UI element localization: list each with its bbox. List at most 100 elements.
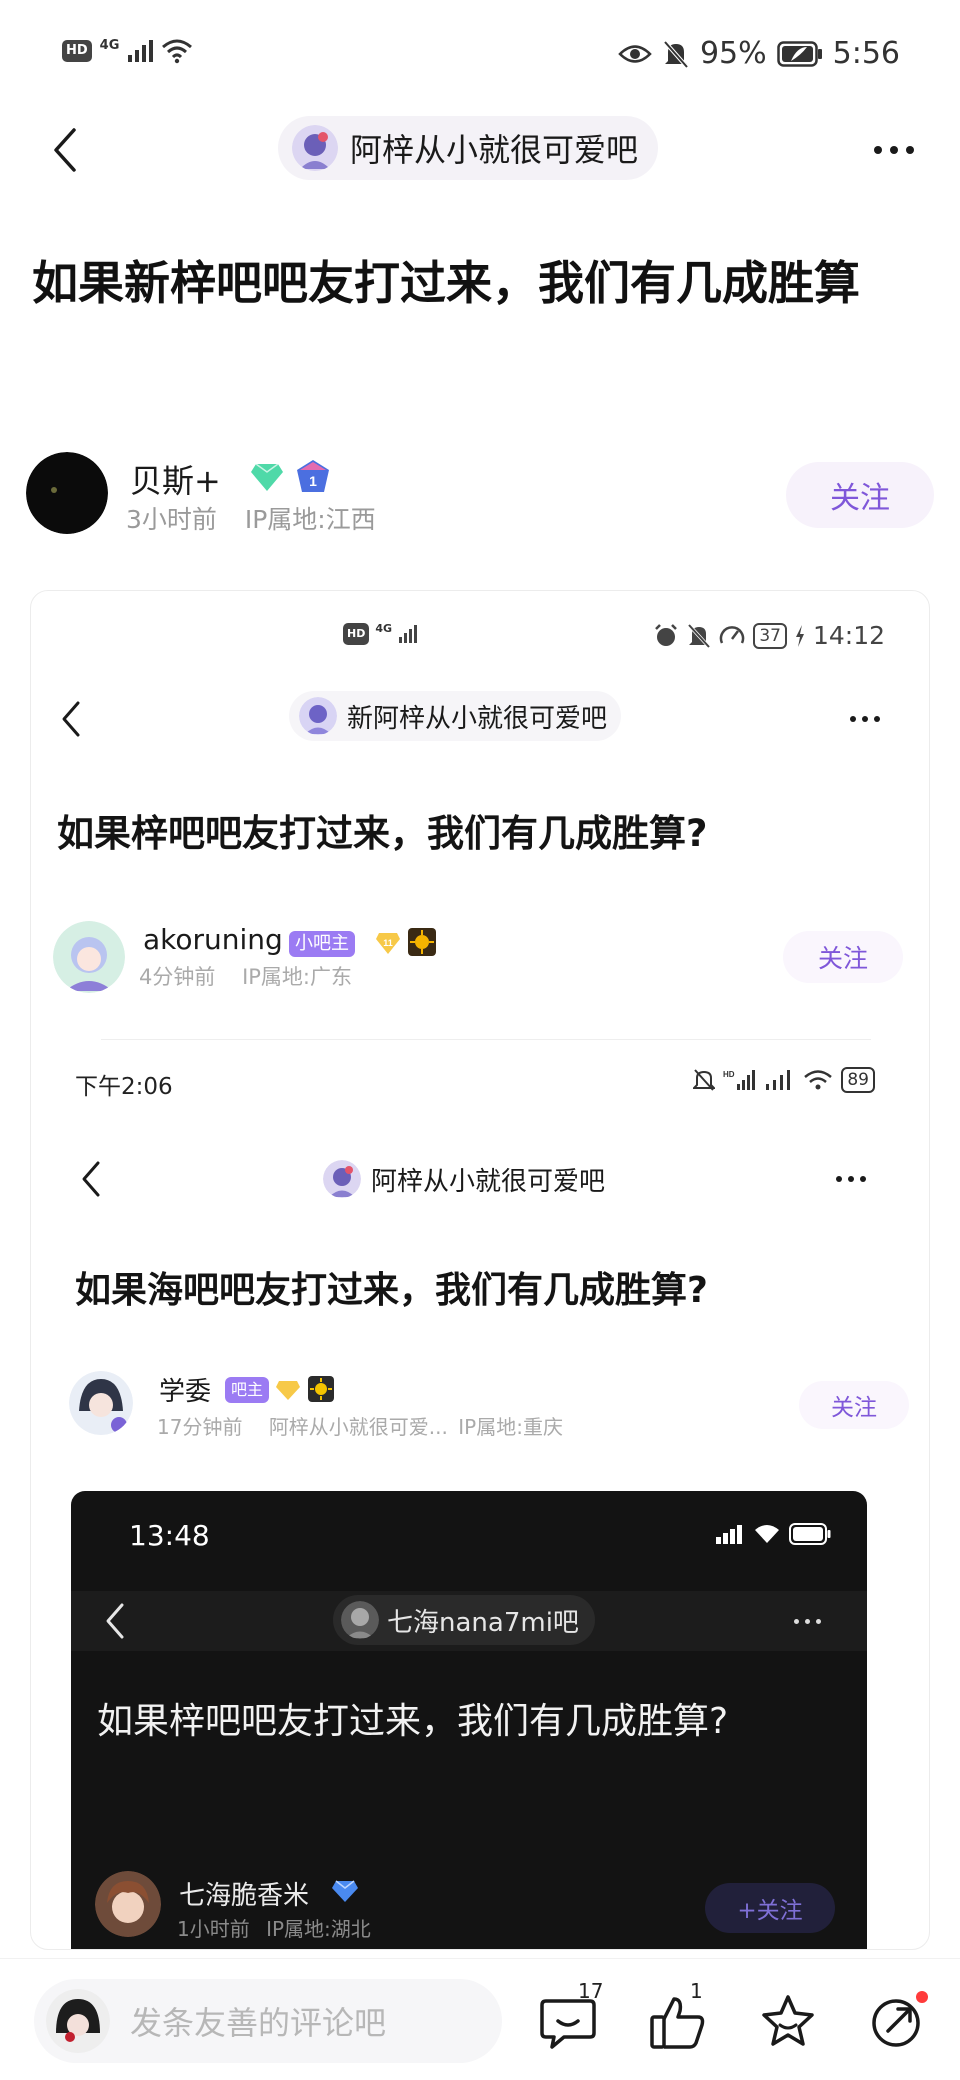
bell-muted-icon bbox=[663, 40, 689, 68]
author-meta: 17分钟前 阿梓从小就很可爱... IP属地:重庆 bbox=[157, 1411, 583, 1440]
nested-post-title-3: 如果梓吧吧友打过来，我们有几成胜算? bbox=[97, 1701, 729, 1742]
diamond-badge-icon bbox=[332, 1880, 358, 1902]
top-nav: 阿梓从小就很可爱吧 bbox=[0, 110, 960, 190]
forum-name: 阿梓从小就很可爱吧 bbox=[371, 1166, 606, 1197]
signal-icon bbox=[399, 625, 418, 643]
diamond-badge-icon bbox=[276, 1381, 300, 1400]
nested-status-bar-2: 下午2:06 HD 89 bbox=[75, 1061, 875, 1101]
comment-input[interactable]: 发条友善的评论吧 bbox=[34, 1979, 502, 2063]
post-image[interactable]: HD 4G 37 14:12 新阿梓从小就很可爱吧 如果梓吧吧友打过来，我们有几… bbox=[30, 590, 930, 1950]
dot-icon bbox=[890, 146, 898, 154]
clock: 下午2:06 bbox=[75, 1074, 173, 1100]
nested-nav: 新阿梓从小就很可爱吧 bbox=[31, 691, 929, 747]
divider bbox=[101, 1039, 871, 1040]
network-type: 4G bbox=[375, 621, 393, 635]
bell-muted-icon bbox=[688, 623, 711, 648]
hd-icon: HD bbox=[62, 40, 92, 62]
favorite-button[interactable] bbox=[752, 1983, 832, 2063]
forum-name: 新阿梓从小就很可爱吧 bbox=[347, 703, 608, 734]
signal-icon bbox=[128, 40, 154, 62]
battery-level: 89 bbox=[841, 1067, 875, 1093]
dot-icon bbox=[874, 146, 882, 154]
chevron-left-icon bbox=[54, 128, 76, 172]
back-button bbox=[71, 1151, 111, 1207]
author-meta: 3小时前 IP属地:江西 bbox=[126, 500, 396, 536]
nested-dark-screenshot: 13:48 七海nana7mi吧 如果梓吧吧友打过来，我们有几成胜算? 七海脆香… bbox=[71, 1491, 867, 1949]
diamond-badge-icon bbox=[251, 463, 283, 491]
battery-percent: 95% bbox=[699, 36, 767, 71]
ip-location: IP属地:江西 bbox=[244, 505, 376, 534]
author-name: 学委 bbox=[159, 1377, 212, 1407]
dot-icon bbox=[906, 146, 914, 154]
wifi-icon bbox=[804, 1070, 833, 1090]
role-badge: 吧主 bbox=[225, 1377, 270, 1403]
back-button[interactable] bbox=[40, 122, 90, 178]
post-time: 1小时前 bbox=[177, 1917, 250, 1941]
role-badge: 小吧主 bbox=[289, 931, 355, 957]
post-title: 如果新梓吧吧友打过来，我们有几成胜算 bbox=[32, 256, 860, 310]
charging-icon bbox=[795, 624, 804, 647]
post-time: 3小时前 bbox=[126, 505, 217, 534]
status-left: HD 4G bbox=[62, 38, 193, 64]
wifi-icon bbox=[755, 1525, 779, 1543]
dot-icon bbox=[815, 1618, 821, 1624]
user-avatar bbox=[46, 1989, 110, 2053]
bottom-bar: 发条友善的评论吧 17 1 bbox=[0, 1958, 960, 2080]
more-options-button bbox=[821, 1159, 881, 1199]
comments-count: 17 bbox=[578, 1979, 604, 2003]
author-avatar bbox=[69, 1371, 133, 1435]
eye-icon bbox=[618, 44, 652, 63]
post-time: 17分钟前 bbox=[157, 1415, 243, 1439]
nested-nav-3: 七海nana7mi吧 bbox=[71, 1591, 867, 1651]
forum-name: 七海nana7mi吧 bbox=[387, 1607, 579, 1638]
ip-location: IP属地:广东 bbox=[242, 965, 352, 989]
level-badge-number: 11 bbox=[383, 938, 393, 948]
author-avatar[interactable] bbox=[26, 452, 108, 534]
more-options-button bbox=[835, 699, 895, 739]
hd-icon: HD bbox=[343, 623, 370, 645]
share-button[interactable] bbox=[864, 1983, 944, 2063]
signal-icon bbox=[716, 1525, 742, 1544]
star-icon bbox=[762, 1995, 814, 2046]
back-button bbox=[51, 691, 91, 747]
dot-icon bbox=[804, 1618, 810, 1624]
dot-icon bbox=[860, 1176, 866, 1182]
nested-status-bar-3: 13:48 bbox=[71, 1519, 867, 1559]
network-type: 4G bbox=[99, 37, 120, 53]
bell-muted-icon bbox=[693, 1069, 716, 1091]
follow-button: 关注 bbox=[799, 1381, 909, 1429]
alarm-icon bbox=[655, 623, 678, 646]
nested-status-bar: HD 4G 37 14:12 bbox=[31, 621, 929, 661]
like-button[interactable]: 1 bbox=[646, 1979, 726, 2063]
post-author: 贝斯+ 1 3小时前 IP属地:江西 关注 bbox=[26, 452, 934, 536]
nested-post-title: 如果梓吧吧友打过来，我们有几成胜算? bbox=[57, 812, 708, 855]
author-name[interactable]: 贝斯+ bbox=[130, 456, 221, 502]
dot-icon bbox=[848, 1176, 854, 1182]
clock: 5:56 bbox=[832, 36, 900, 71]
comments-button[interactable]: 17 bbox=[534, 1979, 614, 2063]
forum-name: 阿梓从小就很可爱吧 bbox=[350, 131, 639, 169]
nested-status-right: HD 89 bbox=[693, 1067, 875, 1093]
likes-count: 1 bbox=[690, 1979, 703, 2003]
author-name: akoruning bbox=[143, 923, 283, 956]
forum-pill[interactable]: 阿梓从小就很可爱吧 bbox=[278, 116, 659, 180]
nested-nav-2: 阿梓从小就很可爱吧 bbox=[31, 1151, 929, 1207]
forum-avatar bbox=[341, 1601, 379, 1639]
chevron-left-icon bbox=[62, 701, 80, 737]
dot-icon bbox=[874, 716, 880, 722]
dot-icon bbox=[862, 716, 868, 722]
notification-dot bbox=[916, 1991, 928, 2003]
chevron-left-icon bbox=[82, 1161, 100, 1197]
more-options-button[interactable] bbox=[864, 130, 924, 170]
follow-button[interactable]: 关注 bbox=[786, 462, 934, 528]
ip-location: IP属地:湖北 bbox=[266, 1917, 371, 1941]
clock: 13:48 bbox=[129, 1519, 210, 1552]
author-meta: 4分钟前 IP属地:广东 bbox=[139, 961, 372, 991]
author-avatar bbox=[53, 921, 125, 993]
nested-status-right bbox=[715, 1523, 831, 1545]
forum-pill: 新阿梓从小就很可爱吧 bbox=[289, 691, 622, 741]
sun-badge-icon bbox=[308, 1376, 334, 1402]
speedometer-icon bbox=[720, 625, 745, 644]
forum-ref: 阿梓从小就很可爱... bbox=[268, 1415, 448, 1439]
author-meta: 1小时前 IP属地:湖北 bbox=[177, 1913, 391, 1942]
